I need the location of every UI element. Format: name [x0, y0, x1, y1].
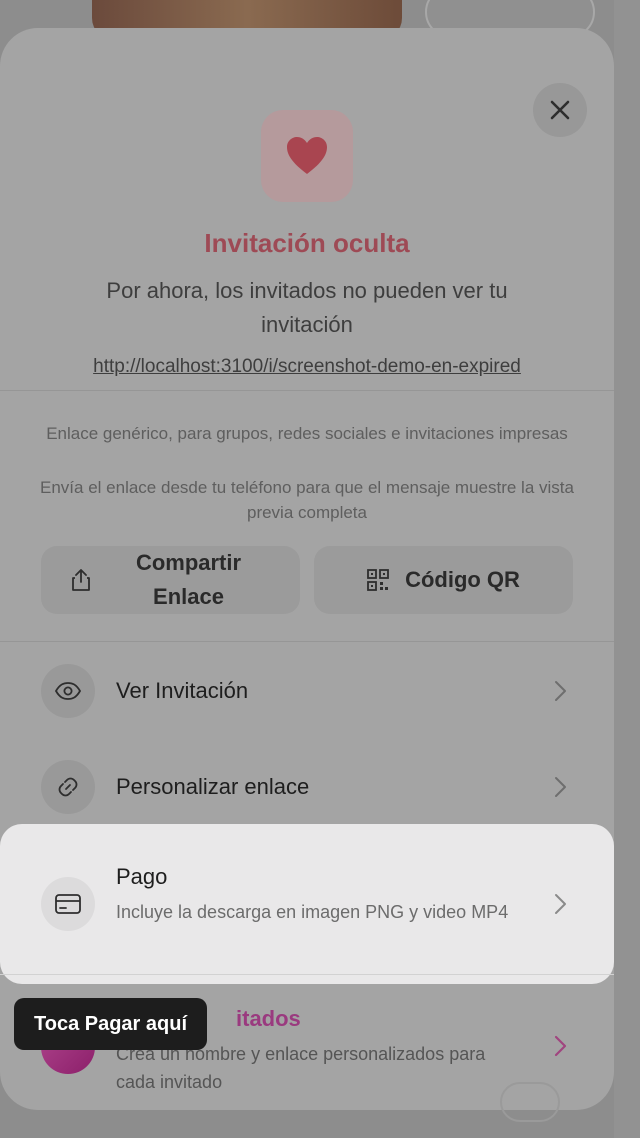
invitation-url[interactable]: http://localhost:3100/i/screenshot-demo-…: [0, 356, 614, 378]
chevron-right-icon: [555, 777, 566, 797]
payment-description: Incluye la descarga en imagen PNG y vide…: [116, 902, 509, 922]
pay-here-tooltip: Toca Pagar aquí: [14, 998, 208, 1050]
share-link-label: Compartir Enlace: [135, 550, 242, 609]
menu-item-label: Ver Invitación: [116, 678, 249, 703]
tooltip-text: Toca Pagar aquí: [34, 1012, 188, 1035]
chevron-right-icon: [554, 1035, 567, 1057]
share-icon: [72, 569, 90, 591]
heart-icon: [287, 137, 327, 174]
divider: [0, 974, 614, 975]
menu-item-icon-wrapper: [41, 664, 95, 718]
chevron-right-icon: [555, 894, 566, 914]
qr-code-button[interactable]: Código QR: [314, 546, 573, 614]
menu-item-custom-link[interactable]: Personalizar enlace: [0, 749, 614, 825]
credit-card-icon: [55, 894, 81, 914]
modal-title: Invitación oculta: [204, 228, 410, 258]
preview-note: Envía el enlace desde tu teléfono para q…: [40, 478, 574, 522]
menu-item-label: Personalizar enlace: [116, 774, 310, 799]
payment-label: Pago: [116, 864, 168, 889]
close-button[interactable]: [533, 83, 587, 137]
divider: [0, 641, 614, 642]
link-icon: [58, 777, 78, 797]
background-button: [500, 1082, 560, 1122]
divider: [0, 390, 614, 391]
menu-item-icon-wrapper: [41, 877, 95, 931]
eye-icon: [55, 682, 81, 700]
close-icon: [550, 100, 570, 120]
payment-spotlight[interactable]: Pago Incluye la descarga en imagen PNG y…: [0, 824, 614, 984]
menu-item-icon-wrapper: [41, 760, 95, 814]
menu-item-label-partial: itados: [236, 1006, 301, 1031]
page-edge: [614, 0, 640, 1138]
qr-code-icon: [367, 569, 389, 591]
generic-link-note: Enlace genérico, para grupos, redes soci…: [46, 424, 568, 443]
share-link-button[interactable]: Compartir Enlace: [41, 546, 300, 614]
qr-code-label: Código QR: [405, 567, 520, 592]
menu-item-view-invitation[interactable]: Ver Invitación: [0, 653, 614, 729]
chevron-right-icon: [555, 681, 566, 701]
modal-subtitle: Por ahora, los invitados no pueden ver t…: [106, 278, 508, 337]
hidden-invitation-badge: [261, 110, 353, 202]
